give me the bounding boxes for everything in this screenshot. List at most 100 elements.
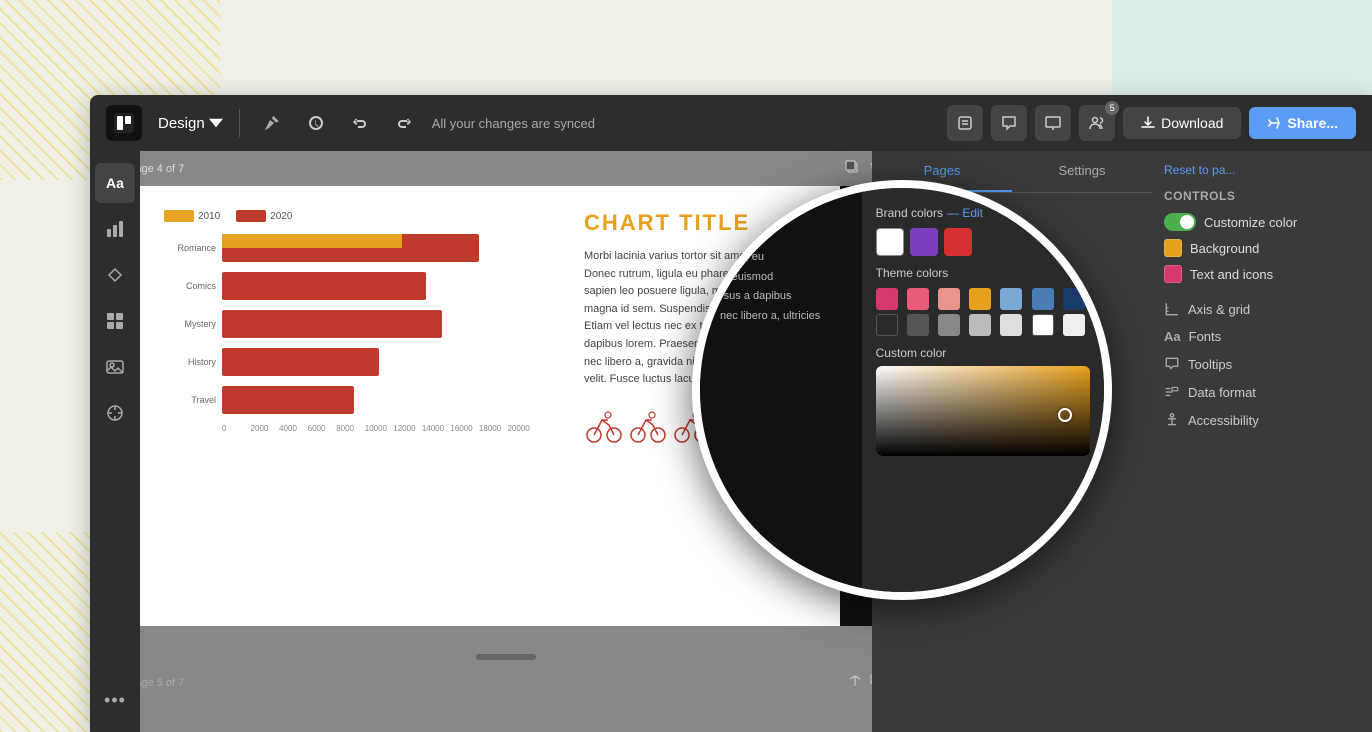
reset-to-page-button[interactable]: Reset to pa... xyxy=(1164,163,1360,177)
sidebar-item-text[interactable]: Aa xyxy=(95,163,135,203)
theme-swatch-12[interactable] xyxy=(1000,314,1022,336)
collaborate-button[interactable]: 5 xyxy=(1079,105,1115,141)
text-icons-label: Text and icons xyxy=(1190,267,1273,282)
app-logo[interactable] xyxy=(106,105,142,141)
comments-button[interactable] xyxy=(991,105,1027,141)
x-tick-12000: 12000 xyxy=(393,424,422,433)
x-tick-16000: 16000 xyxy=(450,424,479,433)
bar-2020-mystery xyxy=(222,310,442,338)
axis-grid-label: Axis & grid xyxy=(1188,302,1250,317)
history-button[interactable] xyxy=(300,107,332,139)
share-button[interactable]: Share... xyxy=(1249,107,1356,139)
gradient-handle[interactable] xyxy=(1058,408,1072,422)
theme-swatch-13[interactable] xyxy=(1032,314,1054,336)
theme-color-swatches xyxy=(876,288,1090,336)
text-icons-row[interactable]: Text and icons xyxy=(1164,265,1360,283)
theme-swatch-8[interactable] xyxy=(876,314,898,336)
pin-button[interactable] xyxy=(256,107,288,139)
delete-page-icon[interactable] xyxy=(868,159,872,178)
redo-button[interactable] xyxy=(388,107,420,139)
text-icon: Aa xyxy=(106,175,124,191)
tooltips-item[interactable]: Tooltips xyxy=(1164,350,1360,378)
theme-swatch-2[interactable] xyxy=(907,288,929,310)
bar-label-romance: Romance xyxy=(164,243,216,253)
design-label: Design xyxy=(158,115,205,132)
customize-color-toggle[interactable] xyxy=(1164,213,1196,231)
x-axis: 0 2000 4000 6000 8000 10000 12000 14000 … xyxy=(222,424,536,433)
theme-swatch-11[interactable] xyxy=(969,314,991,336)
theme-swatch-1[interactable] xyxy=(876,288,898,310)
data-format-item[interactable]: Data format xyxy=(1164,378,1360,406)
dark-overlay-text: rum, ligula, eu id euismod rsus a dapibu… xyxy=(720,228,872,327)
theme-swatch-14[interactable] xyxy=(1063,314,1085,336)
theme-swatch-5[interactable] xyxy=(1000,288,1022,310)
data-format-icon xyxy=(1164,384,1180,400)
duplicate-page-icon[interactable] xyxy=(844,159,860,178)
page5-expand-icon[interactable] xyxy=(848,674,862,691)
sidebar-item-charts[interactable] xyxy=(95,209,135,249)
chart-section: 2010 2020 Romance xyxy=(140,186,560,626)
sync-status: All your changes are synced xyxy=(432,116,935,131)
brand-swatch-purple[interactable] xyxy=(910,228,938,256)
legend-color-2010 xyxy=(164,210,194,222)
sidebar-item-brand[interactable] xyxy=(95,393,135,433)
x-tick-8000: 8000 xyxy=(336,424,365,433)
circle-dark-bg: rum, ligula, eu id euismod rsus a dapibu… xyxy=(700,188,882,592)
sidebar-item-photos[interactable] xyxy=(95,347,135,387)
color-picker-close-button[interactable]: × xyxy=(1079,200,1090,221)
text-icons-label-group: Text and icons xyxy=(1164,265,1273,283)
brand-colors-edit[interactable]: — Edit xyxy=(947,206,983,220)
sidebar-item-elements[interactable] xyxy=(95,255,135,295)
scroll-indicator[interactable] xyxy=(476,654,536,660)
color-gradient-picker[interactable] xyxy=(876,366,1090,456)
page-4-label: Page 4 of 7 xyxy=(140,163,184,175)
x-tick-14000: 14000 xyxy=(422,424,451,433)
fonts-item[interactable]: Aa Fonts xyxy=(1164,323,1360,350)
bar-2010-romance xyxy=(222,234,402,248)
charts-icon xyxy=(105,219,125,239)
sidebar-item-more[interactable]: ••• xyxy=(95,680,135,720)
tab-settings[interactable]: Settings xyxy=(1012,151,1152,192)
bar-chart: Romance xyxy=(164,234,536,433)
background-color-swatch[interactable] xyxy=(1164,239,1182,257)
brand-swatch-white[interactable] xyxy=(876,228,904,256)
sidebar-item-layouts[interactable] xyxy=(95,301,135,341)
chart-legend: 2010 2020 xyxy=(164,210,536,222)
x-tick-18000: 18000 xyxy=(479,424,508,433)
bar-track-history xyxy=(222,348,536,376)
theme-swatch-9[interactable] xyxy=(907,314,929,336)
reset-label: Reset to pa... xyxy=(1164,163,1235,177)
page-5-header: Page 5 of 7 xyxy=(140,668,872,697)
photos-icon xyxy=(105,357,125,377)
page5-duplicate-icon[interactable] xyxy=(870,674,872,691)
custom-color-section: Custom color xyxy=(876,346,1090,456)
axis-grid-item[interactable]: Axis & grid xyxy=(1164,295,1360,323)
fonts-icon: Aa xyxy=(1164,329,1181,344)
page-4-actions xyxy=(844,159,872,178)
undo-button[interactable] xyxy=(344,107,376,139)
theme-swatch-6[interactable] xyxy=(1032,288,1054,310)
bar-label-history: History xyxy=(164,357,216,367)
brand-colors-title: Brand colors xyxy=(876,206,943,220)
dark-line-2: ligula, eu xyxy=(720,248,872,268)
x-tick-20000: 20000 xyxy=(507,424,536,433)
notes-button[interactable] xyxy=(947,105,983,141)
theme-swatch-3[interactable] xyxy=(938,288,960,310)
theme-swatch-7[interactable] xyxy=(1063,288,1085,310)
x-tick-6000: 6000 xyxy=(308,424,337,433)
present-button[interactable] xyxy=(1035,105,1071,141)
tab-settings-label: Settings xyxy=(1059,163,1106,178)
download-button[interactable]: Download xyxy=(1123,107,1241,139)
brand-swatch-red[interactable] xyxy=(944,228,972,256)
brand-colors-header: Brand colors — Edit xyxy=(876,206,1090,220)
design-menu[interactable]: Design xyxy=(158,115,223,132)
accessibility-item[interactable]: Accessibility xyxy=(1164,406,1360,434)
text-icons-color-swatch[interactable] xyxy=(1164,265,1182,283)
customize-color-row[interactable]: Customize color xyxy=(1164,213,1360,231)
dark-line-3: id euismod xyxy=(720,268,872,288)
theme-swatch-10[interactable] xyxy=(938,314,960,336)
legend-label-2010: 2010 xyxy=(198,211,220,222)
theme-swatch-4[interactable] xyxy=(969,288,991,310)
background-row[interactable]: Background xyxy=(1164,239,1360,257)
bar-history: History xyxy=(164,348,536,376)
